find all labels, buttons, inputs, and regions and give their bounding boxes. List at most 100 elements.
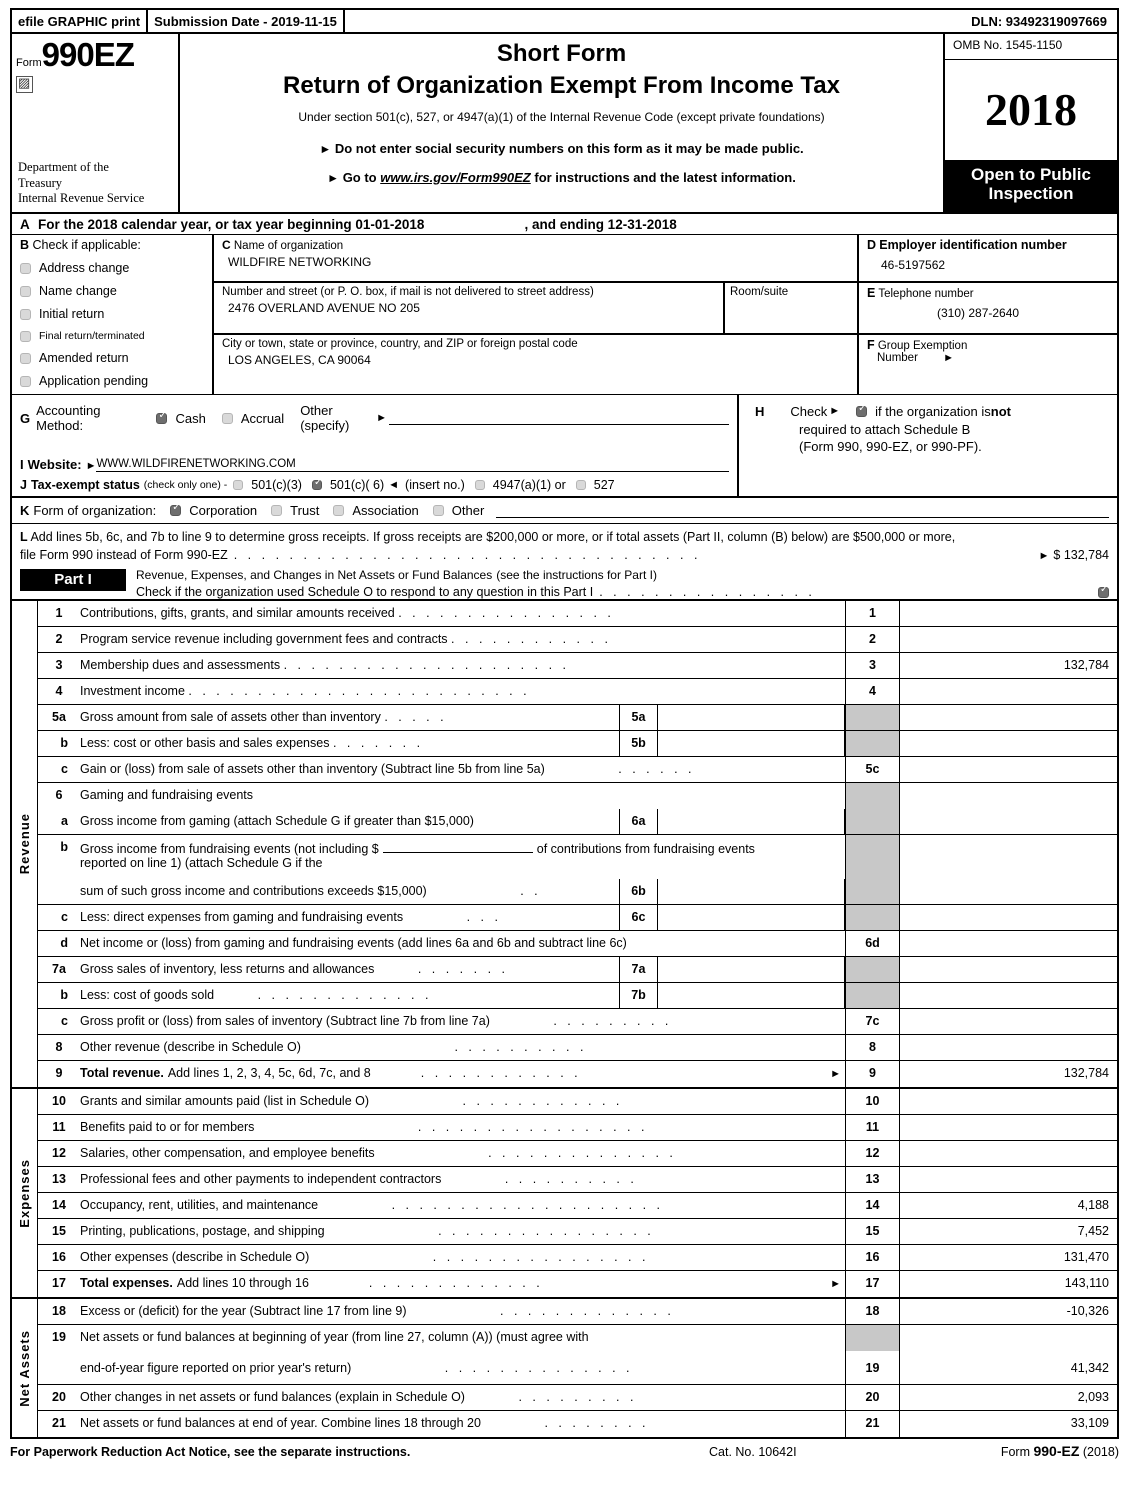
triangle-pointer-icon: ► (943, 352, 954, 364)
line-desc: Professional fees and other payments to … (80, 1172, 442, 1186)
line-value[interactable]: 132,784 (899, 653, 1117, 678)
bullet-ssn: ► Do not enter social security numbers o… (180, 141, 943, 156)
checkbox-4947a1[interactable] (474, 480, 485, 490)
revenue-section: Revenue 1 Contributions, gifts, grants, … (12, 601, 1117, 1087)
line-value[interactable]: 4,188 (899, 1193, 1117, 1218)
line-value[interactable] (899, 1089, 1117, 1114)
line-desc: Add lines 10 through 16 (176, 1276, 309, 1290)
checkbox-initial-return[interactable]: Initial return (20, 307, 208, 321)
checkbox-trust[interactable] (271, 505, 283, 516)
paperwork-notice: For Paperwork Reduction Act Notice, see … (10, 1445, 411, 1459)
page-footer: For Paperwork Reduction Act Notice, see … (10, 1439, 1119, 1459)
website-value[interactable]: WWW.WILDFIRENETWORKING.COM (96, 458, 729, 472)
line-number: c (61, 1014, 68, 1028)
line-value[interactable] (899, 1009, 1117, 1034)
revenue-label-text: Revenue (17, 813, 32, 875)
line-text: Membership dues and assessments . . . . … (80, 653, 845, 678)
schedule-b-check-row: H Check ► if the organization is not (755, 403, 1111, 421)
line-dots: . . . . . . . . . . . . . . . . (398, 606, 615, 620)
line-value[interactable]: 132,784 (899, 1061, 1117, 1087)
checkbox-accrual[interactable] (221, 412, 233, 424)
sub-line-value[interactable] (657, 983, 845, 1008)
line-id-cell: 17 (845, 1271, 899, 1297)
line-value[interactable]: 41,342 (899, 1351, 1117, 1384)
line-value[interactable]: 7,452 (899, 1219, 1117, 1244)
line-value[interactable]: 2,093 (899, 1385, 1117, 1410)
checkbox-application-pending[interactable]: Application pending (20, 374, 208, 388)
line-value[interactable] (899, 757, 1117, 782)
checkbox-name-change[interactable]: Name change (20, 284, 208, 298)
line-value[interactable] (899, 1115, 1117, 1140)
checkbox-schedule-b[interactable] (856, 404, 868, 418)
line-dots: . . . . . . . . . (518, 1390, 637, 1404)
line-text: Gross sales of inventory, less returns a… (80, 957, 619, 982)
triangle-pointer-icon-h: ► (829, 405, 841, 418)
line-desc: Investment income (80, 684, 185, 698)
line-value[interactable] (899, 679, 1117, 704)
line-value[interactable] (899, 931, 1117, 956)
line-value[interactable] (899, 601, 1117, 626)
line-id-cell: 2 (845, 627, 899, 652)
line-value[interactable]: 33,109 (899, 1411, 1117, 1437)
checkbox-icon[interactable] (20, 330, 31, 342)
checkbox-label: Amended return (39, 351, 129, 365)
checkbox-schedule-o[interactable] (1098, 585, 1109, 598)
checkbox-label: Initial return (39, 307, 105, 321)
checkbox-final-return[interactable]: Final return/terminated (20, 330, 208, 342)
checkbox-527[interactable] (575, 480, 586, 490)
other-specify-input[interactable] (389, 411, 729, 425)
line-text: Printing, publications, postage, and shi… (80, 1219, 845, 1244)
section-l-line-1: L Add lines 5b, 6c, and 7b to line 9 to … (20, 529, 1109, 547)
line-id-cell (845, 731, 899, 756)
section-d: D Employer identification number 46-5197… (859, 235, 1117, 394)
checkbox-other-org[interactable] (432, 505, 444, 516)
checkbox-corporation[interactable] (170, 503, 182, 516)
checkbox-icon[interactable] (20, 308, 31, 320)
section-b-label: Check if applicable: (32, 238, 141, 252)
net-assets-side-label: Net Assets (12, 1299, 38, 1437)
line-value[interactable] (899, 1167, 1117, 1192)
line-desc: Gain or (loss) from sale of assets other… (80, 762, 545, 776)
line-value[interactable]: -10,326 (899, 1299, 1117, 1324)
line-desc: Membership dues and assessments (80, 658, 281, 672)
line-value[interactable]: 143,110 (899, 1271, 1117, 1297)
irs-form-link[interactable]: www.irs.gov/Form990EZ (380, 170, 531, 185)
checkbox-cash[interactable] (156, 411, 168, 424)
sub-line-value[interactable] (657, 809, 845, 834)
triangle-pointer-icon-17: ► (830, 1278, 841, 1290)
line-value[interactable]: 131,470 (899, 1245, 1117, 1270)
line-number: 11 (52, 1120, 66, 1134)
checkbox-501c3[interactable] (233, 480, 244, 490)
line-id-cell: 21 (845, 1411, 899, 1437)
checkbox-icon[interactable] (20, 375, 31, 387)
checkbox-address-change[interactable]: Address change (20, 261, 208, 275)
checkbox-amended-return[interactable]: Amended return (20, 351, 208, 365)
line-value[interactable] (899, 1035, 1117, 1060)
section-b: B Check if applicable: Address change Na… (12, 235, 212, 394)
sub-line-value[interactable] (657, 731, 845, 756)
sub-line-value[interactable] (657, 905, 845, 930)
line-text: Net assets or fund balances at beginning… (80, 1325, 845, 1351)
line-dots: . . . . . . . . . . (454, 1040, 587, 1054)
checkbox-501c6[interactable] (311, 478, 322, 490)
other-org-input[interactable] (496, 504, 1109, 518)
open-line-1: Open to Public (971, 164, 1091, 184)
line-value[interactable] (899, 627, 1117, 652)
room-cell: Room/suite (725, 283, 857, 333)
sub-line-value[interactable] (657, 879, 845, 904)
line-number: 6 (55, 788, 63, 802)
org-info-block: B Check if applicable: Address change Na… (10, 235, 1119, 394)
checkbox-association[interactable] (333, 505, 345, 516)
sub-line-value[interactable] (657, 957, 845, 982)
line-value[interactable] (899, 1141, 1117, 1166)
broken-image-icon (16, 76, 33, 93)
group-label-2: Number (877, 352, 918, 364)
dept-line-3: Internal Revenue Service (18, 190, 145, 205)
checkbox-icon[interactable] (20, 262, 31, 274)
fundraising-amount-input[interactable] (382, 840, 533, 853)
checkbox-icon[interactable] (20, 285, 31, 297)
table-row: 20 Other changes in net assets or fund b… (38, 1385, 1117, 1411)
checkbox-icon[interactable] (20, 352, 31, 364)
section-c-letter: C (222, 238, 231, 252)
sub-line-value[interactable] (657, 705, 845, 730)
